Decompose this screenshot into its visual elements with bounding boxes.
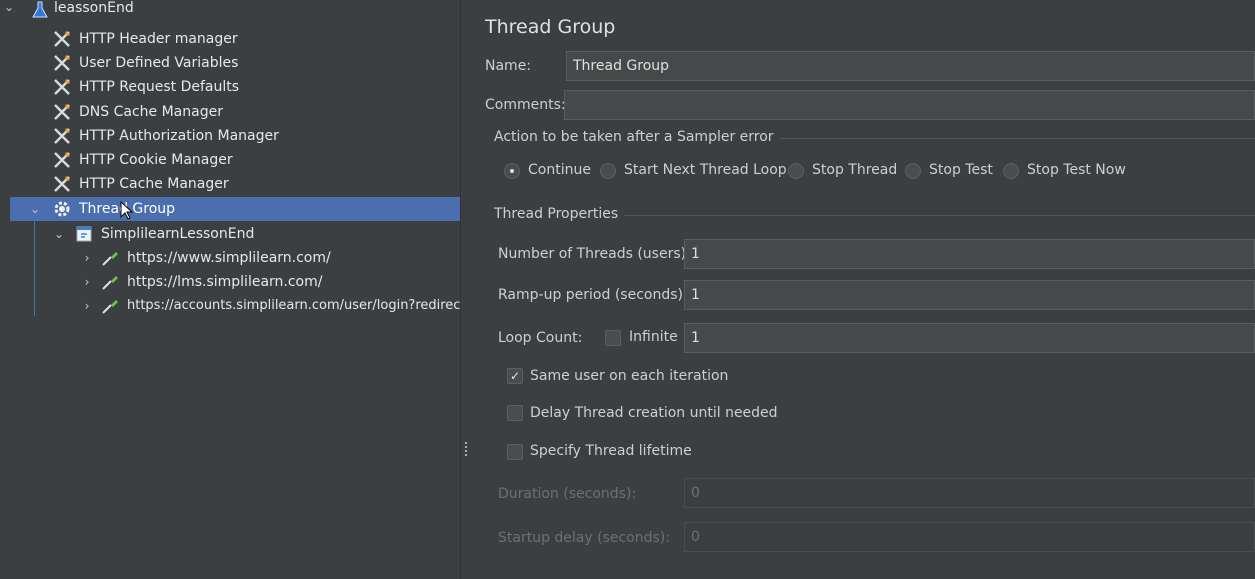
infinite-checkbox[interactable]	[605, 330, 621, 346]
wrench-tools-icon	[54, 152, 70, 168]
tree-node-label: https://accounts.simplilearn.com/user/lo…	[127, 298, 460, 313]
tree-node-label: HTTP Header manager	[79, 31, 238, 47]
section-divider	[621, 215, 1255, 216]
tree-node-label: https://www.simplilearn.com/	[127, 250, 331, 266]
tree-node-label: SimplilearnLessonEnd	[101, 226, 255, 242]
tree-node-config-element[interactable]: HTTP Request Defaults	[0, 75, 460, 99]
stop-thread-radio[interactable]	[788, 163, 804, 179]
start-next-thread-loop-radio[interactable]	[600, 163, 616, 179]
rampup-label: Ramp-up period (seconds):	[498, 287, 688, 303]
threads-label: Number of Threads (users):	[498, 246, 691, 262]
chevron-down-icon[interactable]: ⌄	[2, 0, 16, 19]
test-plan-tree[interactable]: ⌄ leassonEnd HTTP Header manager User De…	[0, 0, 461, 579]
delay-thread-checkbox[interactable]	[507, 405, 523, 421]
tree-node-label: HTTP Cache Manager	[79, 176, 229, 192]
rampup-field[interactable]: 1	[684, 280, 1255, 310]
tree-node-config-element[interactable]: HTTP Cache Manager	[0, 172, 460, 196]
tree-node-label: HTTP Cookie Manager	[79, 152, 233, 168]
tree-node-thread-group[interactable]: ⌄ Thread Group	[10, 197, 460, 221]
thread-group-editor: Thread Group Name: Thread Group Comments…	[471, 0, 1255, 579]
chevron-down-icon[interactable]: ⌄	[52, 222, 66, 246]
tree-node-root[interactable]: ⌄ leassonEnd	[0, 0, 460, 26]
tree-node-label: https://lms.simplilearn.com/	[127, 274, 323, 290]
pipette-sampler-icon	[102, 300, 118, 314]
chevron-right-icon[interactable]: ›	[80, 270, 94, 294]
tree-node-config-element[interactable]: HTTP Cookie Manager	[0, 148, 460, 172]
loop-count-field[interactable]: 1	[684, 323, 1255, 353]
threads-field[interactable]: 1	[684, 239, 1255, 269]
name-label: Name:	[485, 58, 532, 74]
tree-node-label: HTTP Request Defaults	[79, 79, 240, 95]
drag-handle-icon	[465, 442, 467, 458]
start-next-thread-loop-label: Start Next Thread Loop	[624, 162, 787, 178]
tree-node-config-element[interactable]: HTTP Header manager	[0, 27, 460, 51]
pipette-sampler-icon	[102, 276, 118, 290]
error-action-section-title: Action to be taken after a Sampler error	[494, 129, 780, 145]
tree-node-config-element[interactable]: User Defined Variables	[0, 51, 460, 75]
stop-test-now-label: Stop Test Now	[1027, 162, 1126, 178]
pipette-sampler-icon	[102, 252, 118, 266]
comments-field[interactable]	[564, 90, 1255, 120]
tree-node-sampler[interactable]: › https://accounts.simplilearn.com/user/…	[0, 294, 460, 318]
stop-thread-label: Stop Thread	[812, 162, 898, 178]
loop-count-label: Loop Count:	[498, 330, 583, 346]
wrench-tools-icon	[54, 176, 70, 192]
page-title: Thread Group	[485, 16, 616, 38]
script-controller-icon	[76, 226, 92, 242]
continue-radio-label: Continue	[528, 162, 591, 178]
infinite-label: Infinite	[629, 329, 678, 345]
tree-node-label: HTTP Authorization Manager	[79, 128, 279, 144]
stop-test-radio[interactable]	[905, 163, 921, 179]
gear-icon	[54, 201, 70, 217]
stop-test-now-radio[interactable]	[1003, 163, 1019, 179]
tree-node-sampler[interactable]: › https://www.simplilearn.com/	[0, 246, 460, 270]
chevron-right-icon[interactable]: ›	[80, 246, 94, 270]
thread-lifetime-checkbox[interactable]	[507, 444, 523, 460]
tree-node-config-element[interactable]: HTTP Authorization Manager	[0, 124, 460, 148]
tree-node-sampler[interactable]: › https://lms.simplilearn.com/	[0, 270, 460, 294]
duration-label: Duration (seconds):	[498, 486, 637, 502]
wrench-tools-icon	[54, 128, 70, 144]
same-user-checkbox[interactable]: ✓	[507, 368, 523, 384]
continue-radio[interactable]	[504, 163, 520, 179]
stop-test-label: Stop Test	[929, 162, 993, 178]
comments-label: Comments:	[485, 97, 566, 113]
startup-delay-field[interactable]: 0	[684, 522, 1255, 552]
delay-thread-label: Delay Thread creation until needed	[530, 405, 778, 421]
same-user-label: Same user on each iteration	[530, 368, 729, 384]
chevron-right-icon[interactable]: ›	[80, 294, 94, 318]
flask-icon	[32, 1, 48, 18]
mouse-pointer-icon	[120, 201, 134, 220]
chevron-down-icon[interactable]: ⌄	[28, 197, 42, 221]
tree-node-controller[interactable]: ⌄ SimplilearnLessonEnd	[0, 222, 460, 246]
thread-lifetime-label: Specify Thread lifetime	[530, 443, 692, 459]
tree-node-label: leassonEnd	[54, 0, 134, 16]
tree-node-label: DNS Cache Manager	[79, 104, 223, 120]
wrench-tools-icon	[54, 31, 70, 47]
wrench-tools-icon	[54, 55, 70, 71]
section-divider	[761, 138, 1255, 139]
thread-properties-section-title: Thread Properties	[494, 206, 625, 222]
duration-field[interactable]: 0	[684, 478, 1255, 508]
startup-delay-label: Startup delay (seconds):	[498, 530, 670, 546]
tree-node-config-element[interactable]: DNS Cache Manager	[0, 100, 460, 124]
wrench-tools-icon	[54, 104, 70, 120]
wrench-tools-icon	[54, 79, 70, 95]
name-field[interactable]: Thread Group	[566, 51, 1255, 81]
tree-node-label: User Defined Variables	[79, 55, 239, 71]
